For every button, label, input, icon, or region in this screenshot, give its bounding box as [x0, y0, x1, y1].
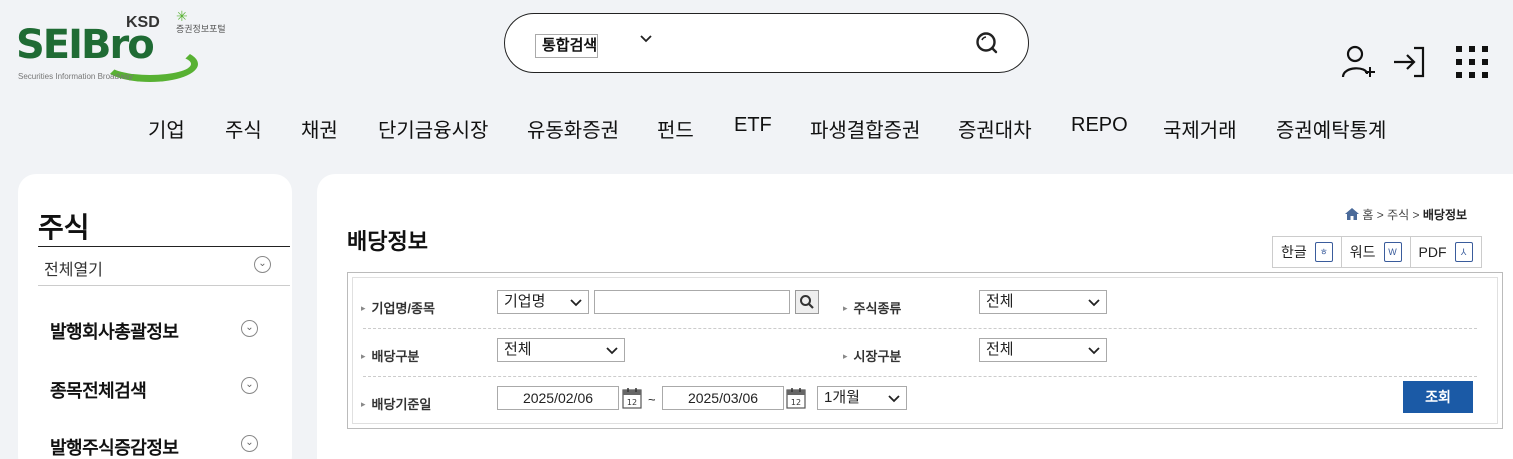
search-icon[interactable] — [974, 30, 1000, 61]
chevron-down-icon[interactable]: ⌄ — [241, 377, 258, 394]
export-pdf-label: PDF — [1418, 244, 1447, 260]
sidebar-item-share-change[interactable]: 발행주식증감정보 — [50, 434, 179, 459]
svg-text:12: 12 — [627, 398, 637, 407]
filter-panel: 기업명/종목 기업명 주식종류 전체 배당구분 — [347, 272, 1503, 429]
pdf-file-icon: ⅄ — [1454, 242, 1473, 262]
date-from-input[interactable]: 2025/02/06 — [497, 386, 619, 410]
search-input[interactable] — [675, 26, 965, 60]
chevron-down-icon[interactable]: ⌄ — [241, 320, 258, 337]
gnb-item-etf[interactable]: ETF — [734, 114, 772, 137]
sidebar: 주식 전체열기 ⌄ 발행회사총괄정보 ⌄ 종목전체검색 ⌄ 발행주식증감정보 ⌄ — [18, 174, 292, 459]
gnb-item-statistics[interactable]: 증권예탁통계 — [1276, 114, 1386, 143]
gnb-item-company[interactable]: 기업 — [148, 114, 185, 143]
calendar-icon[interactable]: 12 — [621, 386, 643, 410]
row-divider — [363, 376, 1477, 377]
sidebar-item-stock-search[interactable]: 종목전체검색 — [50, 377, 147, 403]
sidebar-title: 주식 — [38, 212, 90, 243]
search-submit-button[interactable]: 조회 — [1403, 381, 1473, 413]
page-title: 배당정보 — [347, 229, 428, 254]
gnb-item-derivative-linked[interactable]: 파생결합증권 — [810, 114, 920, 143]
stock-type-value: 전체 — [986, 293, 1014, 310]
seibro-logo[interactable]: ✳ KSD 증권정보포털 SEIBro Securities Informati… — [16, 8, 246, 88]
gnb-item-short-term-market[interactable]: 단기금융시장 — [378, 114, 488, 143]
sidebar-divider — [38, 246, 290, 247]
sidebar-item-issuer-info[interactable]: 발행회사총괄정보 — [50, 318, 179, 344]
dividend-type-value: 전체 — [504, 341, 532, 358]
period-value: 1개월 — [824, 389, 860, 406]
chevron-down-icon — [888, 387, 900, 416]
stock-type-select[interactable]: 전체 — [979, 290, 1107, 314]
breadcrumb-current: 배당정보 — [1422, 208, 1468, 222]
date-range-separator: ~ — [648, 392, 656, 407]
gnb-item-securities-lending[interactable]: 증권대차 — [958, 114, 1032, 143]
word-file-icon: W — [1383, 242, 1402, 262]
export-word-label: 워드 — [1349, 244, 1376, 260]
dividend-type-label: 배당구분 — [361, 346, 420, 365]
chevron-down-icon — [606, 339, 618, 368]
hwp-file-icon: ㅎ — [1314, 242, 1333, 262]
global-navigation: 기업 주식 채권 단기금융시장 유동화증권 펀드 ETF 파생결합증권 증권대차… — [0, 114, 1513, 144]
period-select[interactable]: 1개월 — [817, 386, 907, 410]
chevron-down-icon — [1088, 339, 1100, 368]
chevron-down-icon — [570, 291, 582, 320]
search-category-select[interactable]: 통합검색 — [535, 34, 599, 58]
logo-ksd-korean: 증권정보포털 — [176, 24, 226, 34]
breadcrumb-stock[interactable]: 주식 — [1387, 208, 1409, 222]
export-hwp-label: 한글 — [1281, 244, 1307, 260]
gnb-item-repo[interactable]: REPO — [1071, 114, 1128, 137]
chevron-down-icon — [1088, 291, 1100, 320]
market-label: 시장구분 — [843, 346, 902, 365]
stock-type-label: 주식종류 — [843, 298, 902, 317]
filter-inner: 기업명/종목 기업명 주식종류 전체 배당구분 — [352, 277, 1498, 424]
global-search-bar: 통합검색 — [504, 13, 1029, 73]
company-label: 기업명/종목 — [361, 298, 435, 317]
company-search-button[interactable] — [795, 290, 819, 314]
export-buttons: 한글 ㅎ 워드 W PDF ⅄ — [1272, 236, 1482, 268]
chevron-down-icon[interactable]: ⌄ — [254, 256, 271, 273]
breadcrumb-separator: > — [1412, 208, 1420, 222]
chevron-down-icon[interactable] — [638, 30, 654, 51]
gnb-item-securitized[interactable]: 유동화증권 — [527, 114, 619, 143]
login-icon[interactable] — [1392, 44, 1428, 85]
apps-grid-icon[interactable] — [1454, 44, 1490, 85]
svg-text:12: 12 — [791, 398, 801, 407]
gnb-item-bond[interactable]: 채권 — [301, 114, 338, 143]
row-divider — [363, 328, 1477, 329]
calendar-icon[interactable]: 12 — [785, 386, 807, 410]
export-hwp-button[interactable]: 한글 ㅎ — [1272, 236, 1341, 268]
breadcrumb-home[interactable]: 홈 — [1362, 208, 1373, 222]
gnb-item-fund[interactable]: 펀드 — [657, 114, 694, 143]
chevron-down-icon[interactable]: ⌄ — [241, 435, 258, 452]
company-type-value: 기업명 — [504, 293, 546, 310]
company-search-input[interactable] — [594, 290, 790, 314]
main-content: 홈 > 주식 > 배당정보 배당정보 한글 ㅎ 워드 W PDF ⅄ 기업명/종… — [317, 174, 1513, 459]
company-type-select[interactable]: 기업명 — [497, 290, 589, 314]
gnb-item-international[interactable]: 국제거래 — [1163, 114, 1237, 143]
gnb-item-stock[interactable]: 주식 — [225, 114, 262, 143]
export-pdf-button[interactable]: PDF ⅄ — [1409, 236, 1482, 268]
breadcrumb-separator: > — [1376, 208, 1384, 222]
base-date-label: 배당기준일 — [361, 394, 432, 413]
market-value: 전체 — [986, 341, 1014, 358]
logo-subtitle: Securities Information Broadway — [18, 72, 134, 81]
dividend-type-select[interactable]: 전체 — [497, 338, 625, 362]
logo-brand: SEIBro — [16, 22, 155, 68]
user-add-icon[interactable] — [1340, 44, 1376, 85]
open-all-button[interactable]: 전체열기 — [44, 256, 103, 280]
export-word-button[interactable]: 워드 W — [1340, 236, 1410, 268]
date-to-input[interactable]: 2025/03/06 — [662, 386, 784, 410]
home-icon[interactable] — [1345, 208, 1362, 222]
breadcrumb: 홈 > 주식 > 배당정보 — [1345, 206, 1467, 223]
market-select[interactable]: 전체 — [979, 338, 1107, 362]
sidebar-divider — [38, 285, 290, 286]
